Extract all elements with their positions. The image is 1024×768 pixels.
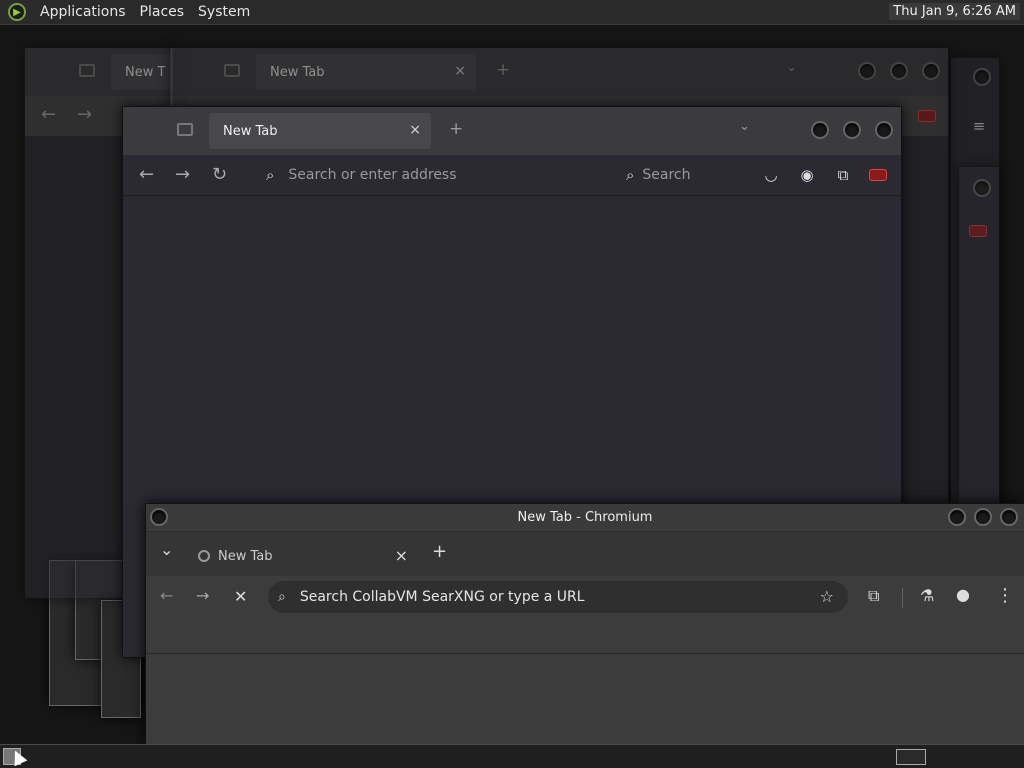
new-tab-plus-icon[interactable]: + <box>496 60 510 80</box>
search-bar[interactable]: ⌕ Search <box>614 159 738 191</box>
page-content <box>146 653 1024 744</box>
tab-new-tab[interactable]: New T <box>111 54 173 90</box>
profile-avatar-icon[interactable]: ● <box>956 585 970 604</box>
hamburger-icon: ≡ <box>972 117 986 135</box>
distro-logo-icon[interactable]: ▶ <box>8 3 26 21</box>
omnibox-placeholder: Search CollabVM SearXNG or type a URL <box>299 589 585 605</box>
firefox-view-icon[interactable] <box>79 64 95 77</box>
toolbar-divider <box>902 588 903 608</box>
tab-search-chevron-icon[interactable]: ⌄ <box>160 540 173 559</box>
close-window-button[interactable] <box>922 62 940 80</box>
tab-new-tab[interactable]: New Tab × <box>190 538 416 574</box>
tab-label: New T <box>125 64 166 80</box>
maximize-button[interactable] <box>843 121 861 139</box>
tab-label: New Tab <box>218 548 273 564</box>
applications-menu[interactable]: Applications <box>40 4 126 20</box>
nav-toolbar: ← → ✕ ⌕ Search CollabVM SearXNG or type … <box>146 576 1024 620</box>
bottom-panel <box>0 744 1024 768</box>
back-arrow-icon[interactable]: ← <box>41 104 56 125</box>
extensions-puzzle-icon[interactable]: ⧉ <box>868 586 879 606</box>
search-icon: ⌕ <box>626 166 635 184</box>
close-tab-icon[interactable]: × <box>395 546 408 565</box>
ghost-window-right-2 <box>958 166 1000 516</box>
new-tab-plus-icon[interactable]: + <box>449 119 463 139</box>
window-menu-button[interactable] <box>150 508 168 526</box>
forward-arrow-icon[interactable]: → <box>77 104 92 125</box>
system-menu[interactable]: System <box>198 4 250 20</box>
kebab-menu-icon[interactable]: ⋮ <box>996 585 1014 606</box>
list-all-tabs-icon[interactable]: ⌄ <box>739 119 750 134</box>
forward-arrow-icon[interactable]: → <box>175 164 190 185</box>
tab-favicon-icon <box>198 550 210 562</box>
address-placeholder: Search or enter address <box>288 167 457 183</box>
workspace-switcher[interactable] <box>896 749 926 765</box>
panel-clock[interactable]: Thu Jan 9, 6:26 AM <box>889 3 1020 20</box>
places-menu[interactable]: Places <box>140 4 185 20</box>
panel-menu-bar: ▶ Applications Places System <box>0 3 250 21</box>
tab-bar: New Tab × + ⌄ <box>170 48 948 96</box>
maximize-button[interactable] <box>974 508 992 526</box>
maximize-button[interactable] <box>890 62 908 80</box>
ublock-icon[interactable] <box>918 110 936 122</box>
address-bar[interactable]: ⌕ Search or enter address <box>254 159 604 191</box>
tab-bar: New Tab × + ⌄ <box>123 107 901 155</box>
minimize-button[interactable] <box>858 62 876 80</box>
list-all-tabs-icon[interactable]: ⌄ <box>786 60 797 75</box>
stop-loading-icon[interactable]: ✕ <box>234 587 247 606</box>
search-icon: ⌕ <box>278 589 286 605</box>
bookmark-star-icon[interactable]: ☆ <box>820 587 834 606</box>
tab-label: New Tab <box>270 64 325 80</box>
search-icon: ⌕ <box>266 166 275 184</box>
firefox-view-icon[interactable] <box>177 123 193 136</box>
account-icon[interactable]: ◉ <box>797 165 817 185</box>
back-arrow-icon[interactable]: ← <box>160 586 173 605</box>
close-tab-icon[interactable]: × <box>409 122 421 138</box>
tab-new-tab[interactable]: New Tab × <box>256 54 476 90</box>
ublock-icon <box>969 225 987 237</box>
tab-bar: New T <box>25 48 173 96</box>
labs-flask-icon[interactable]: ⚗ <box>920 586 934 605</box>
firefox-view-icon[interactable] <box>224 64 240 77</box>
close-window-button[interactable] <box>875 121 893 139</box>
window-button-icon <box>973 68 991 86</box>
close-tab-icon[interactable]: × <box>454 63 466 79</box>
chromium-window: New Tab - Chromium ⌄ New Tab × + ← → ✕ ⌕… <box>145 503 1024 745</box>
ublock-icon[interactable] <box>869 169 887 181</box>
tab-strip: ⌄ New Tab × + <box>146 532 1024 576</box>
minimize-button[interactable] <box>948 508 966 526</box>
close-window-button[interactable] <box>1000 508 1018 526</box>
reload-icon[interactable]: ↻ <box>212 164 227 185</box>
top-panel: ▶ Applications Places System Thu Jan 9, … <box>0 0 1024 25</box>
window-button-icon <box>973 179 991 197</box>
tab-label: New Tab <box>223 123 278 139</box>
minimize-button[interactable] <box>811 121 829 139</box>
omnibox[interactable]: ⌕ Search CollabVM SearXNG or type a URL … <box>268 581 848 613</box>
window-titlebar[interactable]: New Tab - Chromium <box>146 504 1024 532</box>
new-tab-plus-icon[interactable]: + <box>432 541 447 562</box>
window-title: New Tab - Chromium <box>517 510 653 525</box>
pocket-icon[interactable]: ◡ <box>761 165 781 185</box>
tab-new-tab[interactable]: New Tab × <box>209 113 431 149</box>
extensions-puzzle-icon[interactable]: ⧉ <box>833 165 853 185</box>
search-placeholder: Search <box>642 167 691 183</box>
back-arrow-icon[interactable]: ← <box>139 164 154 185</box>
forward-arrow-icon[interactable]: → <box>196 586 209 605</box>
